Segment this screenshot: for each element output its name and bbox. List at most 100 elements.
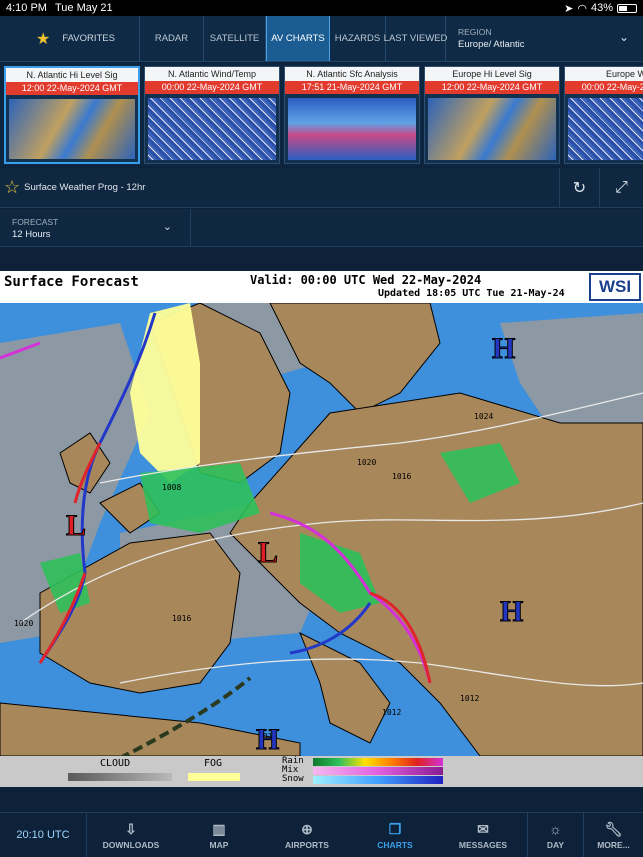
- status-date: Tue May 21: [54, 2, 113, 14]
- refresh-button[interactable]: ↻: [559, 168, 599, 208]
- fullscreen-button[interactable]: ⤢: [599, 168, 643, 208]
- chart-header: Surface Forecast Valid: 00:00 UTC Wed 22…: [0, 271, 643, 303]
- region-label: REGION: [458, 27, 492, 37]
- favorites-label: FAVORITES: [62, 33, 115, 44]
- chart-title: Surface Forecast: [4, 274, 139, 290]
- isobar-label: 1008: [162, 483, 181, 492]
- surface-forecast-chart[interactable]: Surface Forecast Valid: 00:00 UTC Wed 22…: [0, 271, 643, 787]
- thumbnail-date: 00:00 22-May-2024 GMT: [565, 81, 643, 94]
- battery-icon: [617, 3, 637, 13]
- forecast-select[interactable]: FORECAST 12 Hours ⌄: [0, 209, 191, 247]
- high-pressure-marker: H: [492, 332, 515, 365]
- refresh-icon: ↻: [572, 180, 587, 197]
- isobar-label: 1016: [392, 472, 411, 481]
- tab-more[interactable]: 🔧︎ MORE...: [583, 813, 643, 857]
- bottom-tab-bar: 20:10 UTC ⇩ DOWNLOADS ▥ MAP ⊕ AIRPORTS ❐ CHA…: [0, 812, 643, 857]
- chart-legend: CLOUD FOG Rain Mix Snow: [0, 756, 643, 787]
- star-icon: ★: [36, 30, 51, 48]
- legend-fog-label: FOG: [204, 758, 223, 769]
- product-row: ☆ Surface Weather Prog - 12hr ↻ ⤢: [0, 168, 643, 208]
- isobar-label: 1020: [14, 619, 33, 628]
- thumbnail-n-atlantic-hi-level-sig[interactable]: N. Atlantic Hi Level Sig 12:00 22-May-202…: [4, 66, 140, 164]
- tab-airports[interactable]: ⊕ AIRPORTS: [263, 813, 351, 857]
- spacer: [0, 787, 643, 812]
- thumbnail-n-atlantic-sfc-analysis[interactable]: N. Atlantic Sfc Analysis 17:51 21-May-202…: [284, 66, 420, 164]
- chevron-down-icon: ⌄: [162, 221, 172, 233]
- tab-label: MORE...: [597, 839, 630, 850]
- favorites-button[interactable]: ★ FAVORITES: [0, 16, 140, 61]
- legend-fog-swatch: [188, 773, 240, 781]
- wsi-logo: WSI: [589, 273, 641, 301]
- tab-label: DAY: [546, 839, 565, 850]
- thumbnail-date: 00:00 22-May-2024 GMT: [145, 81, 279, 94]
- location-icon: ➤: [564, 2, 574, 15]
- thumbnail-title: Europe Hi Level Sig: [425, 67, 559, 81]
- spacer: [0, 247, 643, 271]
- thumbnail-date: 12:00 22-May-2024 GMT: [425, 81, 559, 94]
- charts-icon: ❐: [388, 820, 402, 837]
- forecast-label: FORECAST: [12, 217, 59, 227]
- forecast-value: 12 Hours: [12, 229, 51, 240]
- tab-label: MAP: [209, 839, 229, 850]
- legend-snow-swatch: [313, 776, 443, 784]
- tab-satellite[interactable]: SATELLITE: [204, 16, 266, 61]
- high-pressure-marker: H: [500, 595, 523, 628]
- chart-valid-time: Valid: 00:00 UTC Wed 22-May-2024: [250, 273, 482, 287]
- region-select[interactable]: REGION Europe/ Atlantic ⌄: [446, 16, 643, 61]
- favorite-star-icon[interactable]: ☆: [4, 177, 20, 198]
- legend-mix-swatch: [313, 767, 443, 775]
- legend-cloud-swatch: [68, 773, 172, 781]
- utc-clock[interactable]: 20:10 UTC: [0, 813, 87, 857]
- crosshair-icon: ⊕: [301, 820, 313, 837]
- tab-map[interactable]: ▥ MAP: [175, 813, 263, 857]
- product-name: Surface Weather Prog - 12hr: [24, 182, 146, 193]
- tab-messages[interactable]: ✉ MESSAGES: [439, 813, 527, 857]
- chart-thumbnail-strip[interactable]: N. Atlantic Hi Level Sig 12:00 22-May-202…: [0, 63, 643, 167]
- tab-charts[interactable]: ❐ CHARTS: [351, 813, 439, 857]
- legend-rain-swatch: [313, 758, 443, 766]
- thumbnail-title: N. Atlantic Sfc Analysis: [285, 67, 419, 81]
- weather-map: 1020 1008 1016 1024 1016 1020 1016 1012 …: [0, 303, 643, 756]
- thumbnail-image: [148, 98, 276, 160]
- chart-updated-time: Updated 18:05 UTC Tue 21-May-24: [378, 288, 565, 299]
- tab-label: MESSAGES: [458, 839, 508, 850]
- status-time: 4:10 PM: [6, 2, 47, 14]
- wifi-icon: ◠: [577, 2, 587, 15]
- tab-last-viewed[interactable]: LAST VIEWED: [384, 16, 447, 61]
- tab-av-charts[interactable]: AV CHARTS: [266, 16, 330, 61]
- wrench-icon: 🔧︎: [604, 820, 623, 837]
- thumbnail-date: 17:51 21-May-2024 GMT: [285, 81, 419, 94]
- isobar-label: 1024: [474, 412, 493, 421]
- thumbnail-title: N. Atlantic Hi Level Sig: [6, 68, 138, 82]
- top-nav: ★ FAVORITES RADAR SATELLITE AV CHARTS HAZ…: [0, 16, 643, 62]
- tab-downloads[interactable]: ⇩ DOWNLOADS: [87, 813, 175, 857]
- download-icon: ⇩: [125, 820, 137, 837]
- sun-icon: ☼: [549, 820, 562, 837]
- envelope-icon: ✉: [477, 820, 489, 837]
- tab-label: CHARTS: [377, 839, 413, 850]
- battery-percent: 43%: [590, 2, 613, 14]
- isobar-label: 1016: [172, 614, 191, 623]
- forecast-row: FORECAST 12 Hours ⌄: [0, 209, 643, 247]
- region-value: Europe/ Atlantic: [458, 39, 525, 50]
- thumbnail-title: N. Atlantic Wind/Temp: [145, 67, 279, 81]
- thumbnail-image: [568, 98, 643, 160]
- thumbnail-europe-hi-level-sig[interactable]: Europe Hi Level Sig 12:00 22-May-2024 GMT: [424, 66, 560, 164]
- map-icon: ▥: [212, 820, 226, 837]
- tab-label: DOWNLOADS: [102, 839, 160, 850]
- expand-icon: ⤢: [615, 179, 628, 196]
- low-pressure-marker: L: [66, 509, 86, 542]
- thumbnail-europe-wind[interactable]: Europe Wind00:00 22-May-2024 GMT: [564, 66, 643, 164]
- tab-hazards[interactable]: HAZARDS: [330, 16, 386, 61]
- thumbnail-date: 12:00 22-May-2024 GMT: [6, 82, 138, 95]
- tab-day[interactable]: ☼ DAY: [527, 813, 583, 857]
- status-bar: 4:10 PM Tue May 21 ➤ ◠ 43%: [0, 0, 643, 16]
- isobar-label: 1012: [382, 708, 401, 717]
- legend-cloud-label: CLOUD: [100, 758, 131, 769]
- isobar-label: 1012: [460, 694, 479, 703]
- thumbnail-image: [288, 98, 416, 160]
- tab-radar[interactable]: RADAR: [140, 16, 204, 61]
- high-pressure-marker: H: [256, 723, 279, 756]
- thumbnail-title: Europe Wind: [565, 67, 643, 81]
- thumbnail-n-atlantic-wind-temp[interactable]: N. Atlantic Wind/Temp 00:00 22-May-2024 G…: [144, 66, 280, 164]
